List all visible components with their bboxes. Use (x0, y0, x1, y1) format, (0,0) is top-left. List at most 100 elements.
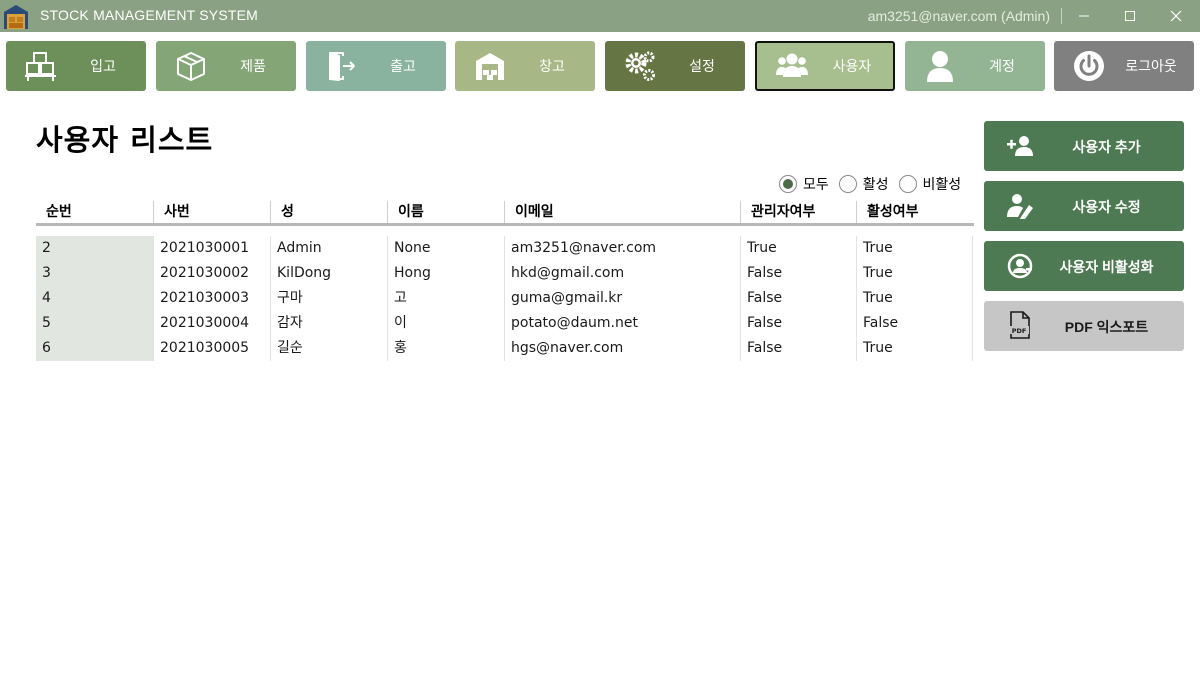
column-header-last-name[interactable]: 성 (270, 201, 387, 223)
table-row[interactable]: 3 2021030002 KilDong Hong hkd@gmail.com … (36, 261, 974, 286)
deactivate-user-button[interactable]: 사용자 비활성화 (984, 241, 1184, 291)
user-icon (923, 49, 957, 83)
table-row[interactable]: 4 2021030003 구마 고 guma@gmail.kr False Tr… (36, 286, 974, 311)
cell-is-active: True (856, 261, 972, 286)
cell-last-name: 구마 (270, 286, 387, 311)
nav-outbound-button[interactable]: 출고 (306, 41, 446, 91)
nav-warehouse-button[interactable]: 창고 (455, 41, 595, 91)
cell-employee-id: 2021030003 (153, 286, 270, 311)
cell-is-active: True (856, 336, 972, 361)
cell-is-active: True (856, 236, 972, 261)
cell-employee-id: 2021030005 (153, 336, 270, 361)
maximize-icon (1125, 11, 1135, 21)
status-filter: 모두 활성 비활성 (779, 174, 971, 194)
user-table: 순번 사번 성 이름 이메일 관리자여부 활성여부 2 2021030001 A… (36, 201, 974, 361)
radio-indicator (779, 175, 797, 193)
table-row[interactable]: 5 2021030004 감자 이 potato@daum.net False … (36, 311, 974, 336)
column-header-no[interactable]: 순번 (36, 201, 153, 223)
cell-email: guma@gmail.kr (504, 286, 740, 311)
cell-employee-id: 2021030001 (153, 236, 270, 261)
cell-email: hgs@naver.com (504, 336, 740, 361)
add-user-label: 사용자 추가 (1072, 139, 1141, 155)
cell-no: 2 (36, 236, 153, 261)
gears-icon (623, 49, 657, 83)
radio-selected-dot (783, 179, 793, 189)
filter-inactive-label: 비활성 (922, 177, 962, 193)
cell-is-active: True (856, 286, 972, 311)
filter-all-radio[interactable]: 모두 (779, 174, 829, 194)
column-header-is-active[interactable]: 활성여부 (856, 201, 973, 223)
pdf-file-icon: PDF (1006, 311, 1034, 339)
cell-no: 6 (36, 336, 153, 361)
nav-product-label: 제품 (240, 58, 266, 74)
page-title: 사용자 리스트 (36, 123, 214, 157)
column-header-first-name[interactable]: 이름 (387, 201, 504, 223)
edit-user-button[interactable]: 사용자 수정 (984, 181, 1184, 231)
cell-employee-id: 2021030002 (153, 261, 270, 286)
cell-is-admin: False (740, 286, 856, 311)
nav-settings-button[interactable]: 설정 (605, 41, 745, 91)
export-pdf-label: PDF 익스포트 (1064, 319, 1149, 335)
edit-user-icon (1006, 193, 1034, 219)
cell-is-admin: False (740, 336, 856, 361)
title-bar: STOCK MANAGEMENT SYSTEM am3251@naver.com… (0, 0, 1200, 32)
cell-last-name: 길순 (270, 336, 387, 361)
export-pdf-button[interactable]: PDF PDF 익스포트 (984, 301, 1184, 351)
box-icon (174, 49, 208, 83)
cell-employee-id: 2021030004 (153, 311, 270, 336)
radio-indicator (838, 175, 857, 193)
edit-user-label: 사용자 수정 (1072, 199, 1141, 215)
cell-last-name: 감자 (270, 311, 387, 336)
nav-settings-label: 설정 (689, 58, 715, 74)
filter-active-radio[interactable]: 활성 (838, 174, 889, 194)
cell-is-admin: True (740, 236, 856, 261)
pdf-icon-text: PDF (1012, 327, 1027, 335)
warehouse-logo-icon (4, 5, 28, 29)
cell-first-name: Hong (387, 261, 504, 286)
cell-first-name: 이 (387, 311, 504, 336)
cell-no: 4 (36, 286, 153, 311)
add-user-icon (1006, 133, 1034, 159)
nav-logout-label: 로그아웃 (1125, 58, 1177, 74)
nav-account-button[interactable]: 계정 (905, 41, 1045, 91)
cell-is-active: False (856, 311, 972, 336)
table-row[interactable]: 2 2021030001 Admin None am3251@naver.com… (36, 236, 974, 261)
filter-active-label: 활성 (862, 177, 889, 193)
add-user-button[interactable]: 사용자 추가 (984, 121, 1184, 171)
nav-product-button[interactable]: 제품 (156, 41, 296, 91)
nav-users-button[interactable]: 사용자 (755, 41, 895, 91)
warehouse-icon (473, 49, 507, 83)
cell-email: am3251@naver.com (504, 236, 740, 261)
app-title: STOCK MANAGEMENT SYSTEM (40, 7, 259, 23)
table-row[interactable]: 6 2021030005 길순 홍 hgs@naver.com False Tr… (36, 336, 974, 361)
cell-last-name: Admin (270, 236, 387, 261)
column-header-is-admin[interactable]: 관리자여부 (740, 201, 856, 223)
close-button[interactable] (1153, 0, 1199, 32)
radio-indicator (898, 175, 917, 193)
minimize-icon (1079, 15, 1089, 17)
filter-inactive-radio[interactable]: 비활성 (898, 174, 962, 194)
maximize-button[interactable] (1107, 0, 1153, 32)
filter-all-label: 모두 (803, 177, 829, 193)
nav-inbound-label: 입고 (90, 58, 116, 74)
cell-is-admin: False (740, 311, 856, 336)
nav-logout-button[interactable]: 로그아웃 (1054, 41, 1194, 91)
table-header: 순번 사번 성 이름 이메일 관리자여부 활성여부 (36, 201, 974, 226)
users-icon (775, 49, 809, 83)
minimize-button[interactable] (1061, 0, 1107, 32)
table-right-border (972, 236, 973, 361)
nav-warehouse-label: 창고 (539, 58, 565, 74)
column-header-employee-id[interactable]: 사번 (153, 201, 270, 223)
logged-in-user: am3251@naver.com (Admin) (867, 8, 1050, 24)
exit-icon (324, 49, 358, 83)
nav-inbound-button[interactable]: 입고 (6, 41, 146, 91)
cell-no: 3 (36, 261, 153, 286)
cell-last-name: KilDong (270, 261, 387, 286)
close-icon (1170, 10, 1182, 22)
cell-email: potato@daum.net (504, 311, 740, 336)
boxes-icon (24, 49, 58, 83)
column-header-email[interactable]: 이메일 (504, 201, 740, 223)
nav-users-label: 사용자 (832, 58, 872, 74)
nav-account-label: 계정 (989, 58, 1015, 74)
cell-no: 5 (36, 311, 153, 336)
